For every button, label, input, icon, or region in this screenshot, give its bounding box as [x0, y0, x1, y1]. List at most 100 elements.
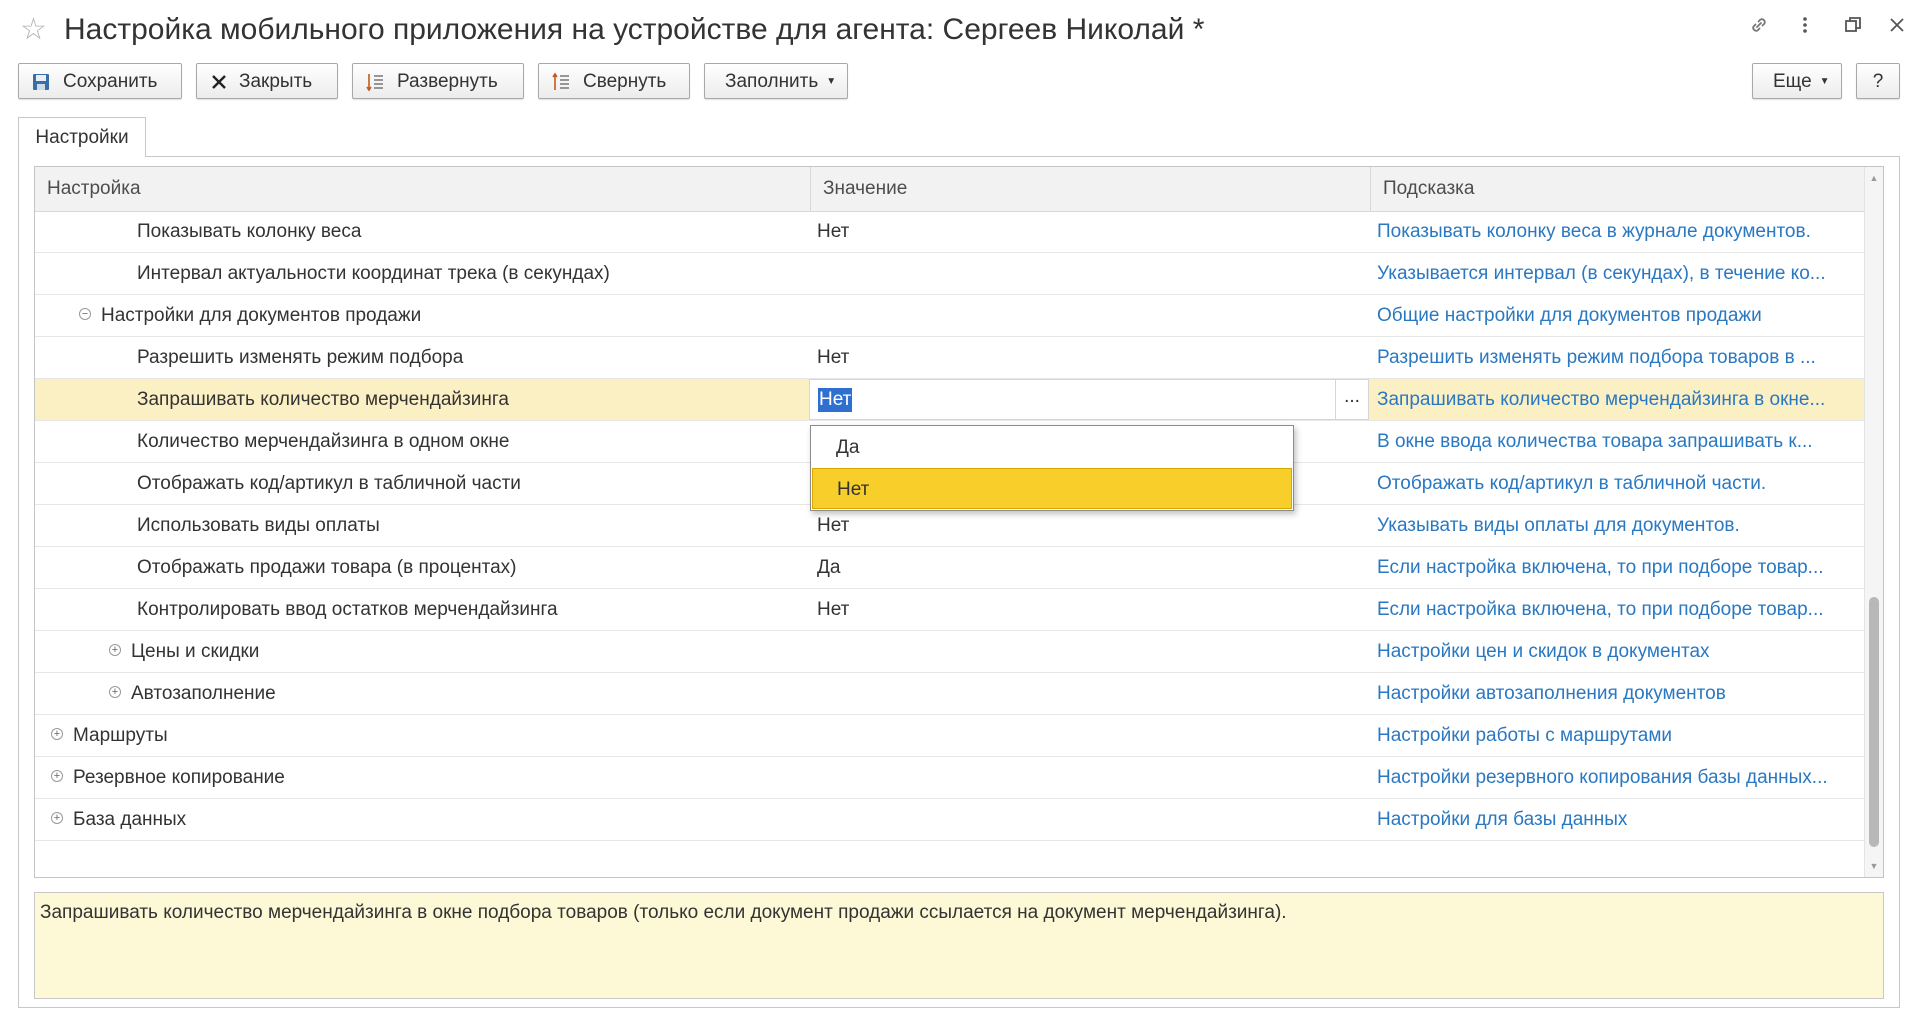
- setting-value[interactable]: [815, 631, 1365, 672]
- floppy-disk-icon: [29, 64, 53, 100]
- setting-hint: Если настройка включена, то при подборе …: [1377, 599, 1824, 620]
- selected-value-text: Нет: [818, 388, 853, 412]
- setting-hint: Запрашивать количество мерчендайзинга в …: [1377, 389, 1826, 410]
- close-form-button[interactable]: Закрыть: [196, 63, 338, 99]
- setting-name: Автозаполнение: [131, 683, 276, 704]
- setting-hint: Указывать виды оплаты для документов.: [1377, 515, 1740, 536]
- setting-value[interactable]: Да: [815, 547, 1365, 588]
- setting-name: Резервное копирование: [73, 767, 285, 788]
- setting-value[interactable]: Нет: [815, 505, 1365, 546]
- link-icon[interactable]: [1744, 14, 1774, 44]
- setting-name: Отображать продажи товара (в процентах): [137, 557, 517, 578]
- window-title: Настройка мобильного приложения на устро…: [64, 13, 1205, 46]
- expand-node-icon[interactable]: +: [109, 643, 121, 656]
- setting-hint: Общие настройки для документов продажи: [1377, 305, 1762, 326]
- setting-value[interactable]: [815, 295, 1365, 336]
- setting-name: База данных: [73, 809, 187, 830]
- collapse-node-icon[interactable]: −: [79, 307, 91, 320]
- setting-name: Количество мерчендайзинга в одном окне: [137, 431, 510, 452]
- chevron-down-icon: ▼: [1819, 76, 1830, 87]
- tab-settings[interactable]: Настройки: [18, 117, 146, 157]
- hint-text: Запрашивать количество мерчендайзинга в …: [40, 902, 1287, 923]
- scroll-thumb[interactable]: [1869, 597, 1879, 847]
- setting-value[interactable]: [815, 673, 1365, 714]
- chevron-down-icon: ▼: [826, 76, 837, 87]
- setting-name: Отображать код/артикул в табличной части: [137, 473, 521, 494]
- table-row[interactable]: + База данных Настройки для базы данных: [35, 799, 1865, 841]
- expand-node-icon[interactable]: +: [51, 769, 63, 782]
- more-label: Еще: [1773, 71, 1812, 93]
- table-row[interactable]: + Автозаполнение Настройки автозаполнения…: [35, 673, 1865, 715]
- close-x-icon: [207, 64, 231, 100]
- setting-name: Цены и скидки: [131, 641, 260, 662]
- table-row-selected[interactable]: Запрашивать количество мерчендайзинга Не…: [35, 379, 1865, 421]
- setting-name: Интервал актуальности координат трека (в…: [137, 263, 610, 284]
- setting-hint: Отображать код/артикул в табличной части…: [1377, 473, 1767, 494]
- setting-name: Контролировать ввод остатков мерчендайзи…: [137, 599, 558, 620]
- more-button[interactable]: Еще ▼: [1752, 63, 1842, 99]
- more-vertical-icon[interactable]: [1790, 14, 1820, 44]
- setting-hint: Показывать колонку веса в журнале докуме…: [1377, 221, 1811, 242]
- help-label: ?: [1872, 71, 1884, 92]
- settings-table: Настройка Значение Подсказка Показывать …: [34, 166, 1884, 878]
- table-row[interactable]: + Резервное копирование Настройки резервн…: [35, 757, 1865, 799]
- command-bar: Сохранить Закрыть Развернуть Свернуть За…: [18, 63, 1902, 103]
- setting-hint: В окне ввода количества товара запрашива…: [1377, 431, 1813, 452]
- expand-node-icon[interactable]: +: [51, 811, 63, 824]
- help-button[interactable]: ?: [1856, 63, 1900, 99]
- restore-icon[interactable]: [1838, 14, 1868, 44]
- collapse-tree-icon: [549, 64, 573, 100]
- column-header-setting[interactable]: Настройка: [35, 167, 811, 211]
- setting-value[interactable]: [815, 799, 1365, 840]
- fill-label: Заполнить: [725, 71, 819, 93]
- setting-hint: Указывается интервал (в секундах), в теч…: [1377, 263, 1826, 284]
- setting-hint: Настройки цен и скидок в документах: [1377, 641, 1710, 662]
- close-icon[interactable]: [1882, 14, 1912, 44]
- hint-panel: Запрашивать количество мерчендайзинга в …: [34, 892, 1884, 999]
- setting-name: Настройки для документов продажи: [101, 305, 422, 326]
- dropdown-option-yes[interactable]: Да: [812, 427, 1292, 468]
- column-header-hint[interactable]: Подсказка: [1371, 167, 1865, 211]
- table-row[interactable]: Показывать колонку веса Нет Показывать к…: [35, 211, 1865, 253]
- setting-value[interactable]: [815, 757, 1365, 798]
- setting-value[interactable]: Нет: [815, 589, 1365, 630]
- setting-name: Маршруты: [73, 725, 168, 746]
- setting-name: Разрешить изменять режим подбора: [137, 347, 464, 368]
- setting-name: Использовать виды оплаты: [137, 515, 380, 536]
- value-dropdown-list: Да Нет: [810, 425, 1294, 511]
- table-row[interactable]: Разрешить изменять режим подбора Нет Раз…: [35, 337, 1865, 379]
- setting-name: Запрашивать количество мерчендайзинга: [137, 389, 509, 410]
- setting-value[interactable]: [815, 253, 1365, 294]
- table-row[interactable]: + Маршруты Настройки работы с маршрутами: [35, 715, 1865, 757]
- star-icon[interactable]: ☆: [20, 12, 47, 48]
- table-row[interactable]: Использовать виды оплаты Нет Указывать в…: [35, 505, 1865, 547]
- save-button[interactable]: Сохранить: [18, 63, 182, 99]
- column-header-value[interactable]: Значение: [811, 167, 1371, 211]
- scroll-up-icon[interactable]: ▲: [1865, 169, 1883, 187]
- table-row[interactable]: Контролировать ввод остатков мерчендайзи…: [35, 589, 1865, 631]
- setting-value[interactable]: Нет: [815, 211, 1365, 252]
- setting-hint: Настройки резервного копирования базы да…: [1377, 767, 1828, 788]
- fill-dropdown-button[interactable]: Заполнить ▼: [704, 63, 848, 99]
- setting-hint: Разрешить изменять режим подбора товаров…: [1377, 347, 1816, 368]
- value-edit-field[interactable]: Нет ...: [809, 379, 1369, 420]
- choose-button[interactable]: ...: [1335, 380, 1368, 419]
- table-row[interactable]: − Настройки для документов продажи Общие …: [35, 295, 1865, 337]
- setting-value[interactable]: [815, 715, 1365, 756]
- dropdown-option-no[interactable]: Нет: [812, 468, 1292, 509]
- expand-node-icon[interactable]: +: [109, 685, 121, 698]
- table-row[interactable]: + Цены и скидки Настройки цен и скидок в …: [35, 631, 1865, 673]
- table-row[interactable]: Отображать продажи товара (в процентах) …: [35, 547, 1865, 589]
- collapse-all-button[interactable]: Свернуть: [538, 63, 690, 99]
- expand-tree-icon: [363, 64, 387, 100]
- scroll-down-icon[interactable]: ▼: [1865, 857, 1883, 875]
- setting-hint: Настройки автозаполнения документов: [1377, 683, 1726, 704]
- title-bar: ☆ Настройка мобильного приложения на уст…: [0, 0, 1920, 62]
- vertical-scrollbar[interactable]: ▲ ▼: [1864, 167, 1883, 877]
- table-row[interactable]: Интервал актуальности координат трека (в…: [35, 253, 1865, 295]
- expand-node-icon[interactable]: +: [51, 727, 63, 740]
- setting-hint: Настройки работы с маршрутами: [1377, 725, 1673, 746]
- setting-value[interactable]: Нет: [815, 337, 1365, 378]
- setting-hint: Если настройка включена, то при подборе …: [1377, 557, 1824, 578]
- expand-all-button[interactable]: Развернуть: [352, 63, 524, 99]
